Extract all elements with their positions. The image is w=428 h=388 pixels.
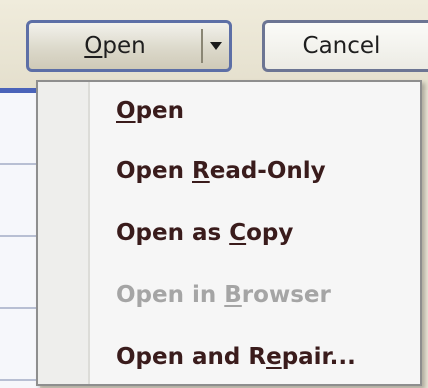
open-button-accesskey: O (84, 33, 103, 59)
open-options-menu: Open Open Read-Only Open as Copy Open in… (36, 80, 422, 386)
menu-gutter (38, 82, 90, 384)
menu-item-open-and-repair[interactable]: Open and Repair... (116, 344, 356, 370)
open-button-label: Open (84, 33, 146, 59)
background-list (0, 93, 40, 388)
open-split-button[interactable]: Open (26, 20, 232, 72)
cancel-button[interactable]: Cancel (262, 20, 428, 72)
open-button[interactable]: Open (29, 23, 201, 69)
menu-item-open-as-copy[interactable]: Open as Copy (116, 220, 293, 246)
open-dropdown-arrow[interactable] (203, 23, 229, 69)
menu-item-open-read-only[interactable]: Open Read-Only (116, 158, 326, 184)
menu-item-open[interactable]: Open (116, 98, 184, 124)
chevron-down-icon (210, 42, 222, 50)
menu-item-open-in-browser: Open in Browser (116, 282, 331, 308)
